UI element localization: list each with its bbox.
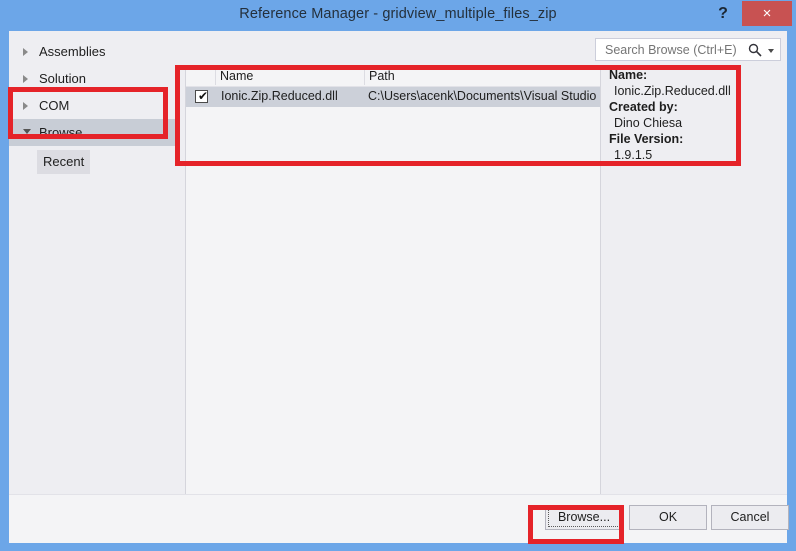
sidebar-item-label: Solution	[39, 71, 86, 86]
column-divider	[215, 69, 216, 85]
row-checkbox[interactable]: ✔	[195, 90, 208, 103]
check-icon: ✔	[198, 89, 209, 103]
chevron-right-icon	[23, 102, 28, 110]
column-header-name[interactable]: Name	[220, 69, 253, 83]
help-button[interactable]: ?	[710, 2, 736, 26]
sidebar-item-solution[interactable]: Solution	[9, 65, 175, 92]
search-input[interactable]	[603, 42, 747, 58]
sidebar-subitems: Recent	[9, 150, 175, 174]
sidebar-item-label: COM	[39, 98, 70, 113]
close-button[interactable]: ×	[742, 1, 792, 26]
sidebar-item-assemblies[interactable]: Assemblies	[9, 38, 175, 65]
sidebar-item-label: Assemblies	[39, 44, 106, 59]
title-bar: Reference Manager - gridview_multiple_fi…	[0, 0, 796, 30]
detail-panel: Name: Ionic.Zip.Reduced.dll Created by: …	[609, 67, 779, 516]
sidebar: Assemblies Solution COM Browse Recent	[9, 31, 175, 543]
search-icon	[748, 43, 762, 57]
detail-name-label: Name:	[609, 68, 648, 82]
list-header: Name Path	[186, 68, 600, 87]
reference-list: Name Path ✔ Ionic.Zip.Reduced.dll C:\Use…	[185, 67, 601, 516]
detail-file-version-value: 1.9.1.5	[614, 148, 653, 162]
detail-name-value: Ionic.Zip.Reduced.dll	[614, 84, 731, 98]
detail-created-by-label: Created by:	[609, 100, 678, 114]
dialog-footer: Browse... OK Cancel	[9, 494, 789, 543]
sidebar-item-browse[interactable]: Browse	[9, 119, 175, 146]
chevron-right-icon	[23, 48, 28, 56]
sidebar-item-label: Browse	[39, 125, 83, 140]
reference-manager-dialog: Reference Manager - gridview_multiple_fi…	[0, 0, 796, 551]
table-row[interactable]: ✔ Ionic.Zip.Reduced.dll C:\Users\acenk\D…	[186, 87, 600, 107]
chevron-down-icon	[23, 129, 31, 134]
row-name: Ionic.Zip.Reduced.dll	[221, 89, 338, 103]
window-title: Reference Manager - gridview_multiple_fi…	[239, 6, 557, 22]
search-box[interactable]	[595, 38, 781, 61]
row-path: C:\Users\acenk\Documents\Visual Studio 2…	[368, 89, 600, 103]
chevron-right-icon	[23, 75, 28, 83]
column-divider	[364, 69, 365, 85]
detail-created-by-value: Dino Chiesa	[614, 116, 683, 130]
detail-file-version-label: File Version:	[609, 132, 684, 146]
sidebar-item-recent[interactable]: Recent	[37, 150, 91, 174]
cancel-button[interactable]: Cancel	[711, 505, 789, 530]
chevron-down-icon[interactable]	[768, 49, 774, 53]
dialog-body: Assemblies Solution COM Browse Recent	[8, 30, 789, 544]
sidebar-item-com[interactable]: COM	[9, 92, 175, 119]
ok-button[interactable]: OK	[629, 505, 707, 530]
browse-button[interactable]: Browse...	[545, 505, 623, 530]
column-header-path[interactable]: Path	[369, 69, 395, 83]
